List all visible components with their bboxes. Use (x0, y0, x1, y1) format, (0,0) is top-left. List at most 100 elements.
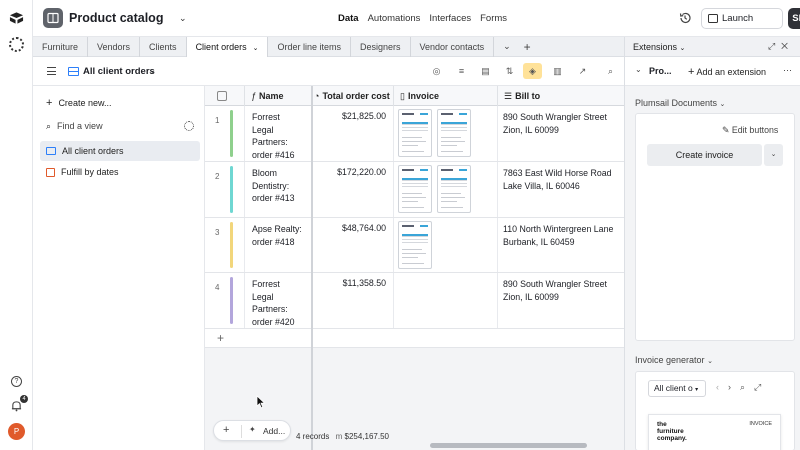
name-cell[interactable]: Apse Realty: order #418 (245, 218, 312, 272)
workspace-icon[interactable] (9, 37, 24, 52)
invoice-preview[interactable]: the furniture company. INVOICE (648, 414, 781, 450)
tab-clients[interactable]: Clients (140, 36, 187, 57)
row-height-icon[interactable]: ▥ (552, 66, 563, 77)
add-extension-button[interactable]: + Add an extension (688, 66, 766, 78)
extensions-title[interactable]: Extensions ⌄ (633, 42, 685, 52)
total-cell[interactable]: $11,358.50 (312, 273, 394, 328)
find-view-input[interactable]: ⌕ Find a view (40, 116, 200, 136)
tab-client-orders[interactable]: Client orders ⌄ (186, 36, 269, 57)
tab-designers[interactable]: Designers (351, 36, 411, 57)
invoice-thumbnail[interactable] (398, 165, 432, 213)
color-icon[interactable]: ◈ (527, 66, 538, 77)
column-header-bill-to[interactable]: ☰ Bill to (498, 86, 624, 106)
hide-fields-icon[interactable]: ◎ (431, 66, 442, 77)
total-cell[interactable]: $21,825.00 (312, 106, 394, 161)
invoice-generator-label[interactable]: Invoice generator ⌄ (635, 355, 713, 365)
frozen-column-divider[interactable] (311, 86, 313, 450)
edit-buttons-link[interactable]: ✎ Edit buttons (722, 125, 778, 136)
row-number-cell[interactable]: 2 (205, 162, 245, 217)
column-header-total[interactable]: ◔ Total order cost (312, 86, 394, 106)
view-select[interactable]: All client o ▾ (648, 380, 706, 397)
group-icon[interactable]: ▤ (480, 66, 491, 77)
prev-icon[interactable]: ‹ (716, 382, 728, 392)
history-icon[interactable] (678, 11, 692, 25)
view-name[interactable]: All client orders (83, 66, 155, 77)
total-cell[interactable]: $172,220.00 (312, 162, 394, 217)
create-new-view[interactable]: + Create new... (40, 93, 200, 113)
create-invoice-button[interactable]: Create invoice (647, 144, 762, 166)
invoice-cell[interactable] (394, 106, 498, 161)
table-row[interactable]: 3 Apse Realty: order #418 $48,764.00 110 Nor… (205, 218, 624, 273)
nav-forms[interactable]: Forms (480, 13, 507, 24)
expand-icon[interactable]: ⤢ (768, 41, 781, 51)
base-title[interactable]: Product catalog (69, 11, 163, 25)
invoice-cell[interactable] (394, 162, 498, 217)
more-options-icon[interactable]: ⋯ (783, 65, 792, 76)
launch-button[interactable]: Launch (701, 8, 783, 29)
chevron-down-icon[interactable]: ⌄ (179, 13, 187, 24)
close-icon[interactable]: ✕ (781, 41, 794, 51)
gear-icon[interactable] (184, 121, 194, 131)
chevron-down-icon[interactable]: ⌄ (635, 65, 642, 74)
add-record-button[interactable]: + ✦ Add... (213, 420, 291, 441)
airtable-logo-icon[interactable] (9, 11, 24, 25)
filter-icon[interactable]: ≡ (456, 66, 467, 77)
column-header-name[interactable]: ƒ Name (245, 86, 312, 106)
share-button[interactable]: Share (788, 8, 800, 29)
total-cell[interactable]: $48,764.00 (312, 218, 394, 272)
search-icon[interactable]: ⌕ (740, 382, 754, 392)
records-grid: ƒ Name ◔ Total order cost ▯ Invoice ☰ Bill t… (205, 86, 624, 450)
menu-icon[interactable] (47, 67, 56, 75)
row-number-cell[interactable]: 1 (205, 106, 245, 161)
sidebar-item-fulfill-by-dates[interactable]: Fulfill by dates (40, 162, 200, 182)
nav-interfaces[interactable]: Interfaces (429, 13, 471, 24)
address-line: Zion, IL 60099 (503, 124, 559, 135)
row-number-cell[interactable]: 3 (205, 218, 245, 272)
bill-to-cell[interactable]: 890 South Wrangler Street Zion, IL 60099 (498, 273, 624, 328)
share-view-icon[interactable]: ↗ (577, 66, 588, 77)
next-icon[interactable]: › (728, 382, 740, 392)
nav-data[interactable]: Data (338, 13, 359, 24)
avatar[interactable]: P (8, 423, 25, 440)
expand-icon[interactable]: ⤢ (754, 382, 770, 392)
more-tables-chevron-icon[interactable]: ⌄ (494, 41, 520, 52)
chevron-down-icon[interactable]: ⌄ (148, 67, 155, 76)
tab-furniture[interactable]: Furniture (33, 36, 89, 57)
column-header-invoice[interactable]: ▯ Invoice (394, 86, 498, 106)
tab-order-line-items[interactable]: Order line items (268, 36, 351, 57)
table-row[interactable]: 1 Forrest Legal Partners: order #416 $21,825.… (205, 106, 624, 162)
help-icon[interactable]: ? (11, 376, 22, 387)
plus-icon[interactable]: + (223, 424, 229, 436)
tab-vendors[interactable]: Vendors (88, 36, 141, 57)
name-cell[interactable]: Forrest Legal Partners: order #416 (245, 106, 312, 161)
invoice-cell[interactable] (394, 273, 498, 328)
nav-automations[interactable]: Automations (368, 13, 421, 24)
base-icon[interactable] (43, 8, 63, 28)
invoice-thumbnail[interactable] (437, 165, 471, 213)
invoice-thumbnail[interactable] (437, 109, 471, 157)
plumsail-section-label[interactable]: Plumsail Documents ⌄ (635, 98, 725, 108)
invoice-cell[interactable] (394, 218, 498, 272)
row-number-cell[interactable]: 4 (205, 273, 245, 328)
chevron-down-icon[interactable]: ⌄ (253, 45, 259, 52)
create-invoice-dropdown-icon[interactable]: ⌄ (764, 144, 783, 166)
bill-to-cell[interactable]: 110 North Wintergreen Lane Burbank, IL 60… (498, 218, 624, 272)
select-all-checkbox[interactable] (217, 91, 227, 101)
add-record-row[interactable]: + (205, 329, 624, 348)
sort-icon[interactable]: ⇅ (504, 66, 515, 77)
name-cell[interactable]: Forrest Legal Partners: order #420 (245, 273, 312, 328)
name-cell[interactable]: Bloom Dentistry: order #413 (245, 162, 312, 217)
horizontal-scrollbar[interactable] (430, 443, 587, 448)
invoice-thumbnail[interactable] (398, 109, 432, 157)
bill-to-cell[interactable]: 890 South Wrangler Street Zion, IL 60099 (498, 106, 624, 161)
add-table-icon[interactable]: + (520, 40, 535, 54)
chevron-down-icon: ⌄ (679, 45, 686, 52)
sidebar-item-all-client-orders[interactable]: All client orders (40, 141, 200, 161)
table-row[interactable]: 2 Bloom Dentistry: order #413 $172,220.00 786… (205, 162, 624, 218)
invoice-thumbnail[interactable] (398, 221, 432, 269)
tab-vendor-contacts[interactable]: Vendor contacts (411, 36, 495, 57)
table-row[interactable]: 4 Forrest Legal Partners: order #420 $11,358.… (205, 273, 624, 329)
bill-to-cell[interactable]: 7863 East Wild Horse Road Lake Villa, IL … (498, 162, 624, 217)
extension-name[interactable]: Pro... (649, 66, 672, 76)
search-icon[interactable]: ⌕ (605, 66, 616, 77)
